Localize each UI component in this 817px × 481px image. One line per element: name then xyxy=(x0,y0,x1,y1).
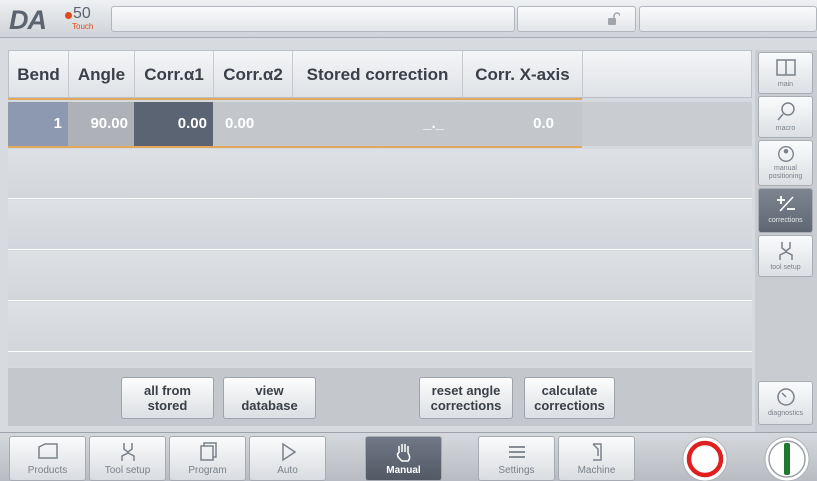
table-row-empty[interactable] xyxy=(8,302,752,352)
start-button[interactable] xyxy=(757,436,817,481)
cell-corr-x-axis[interactable]: 0.0 xyxy=(462,102,582,146)
cell-corr-a1[interactable]: 0.00 xyxy=(134,102,213,146)
header-stored-correction: Stored correction xyxy=(293,51,463,99)
side-macro-button[interactable]: macro xyxy=(758,96,813,138)
side-diagnostics-button[interactable]: diagnostics xyxy=(758,381,813,425)
cell-bend[interactable]: 1 xyxy=(8,102,68,146)
header-accent-line xyxy=(8,98,582,100)
nav-machine-button[interactable]: Machine xyxy=(558,436,635,481)
side-macro-label: macro xyxy=(775,125,796,132)
program-icon xyxy=(199,442,217,461)
nav-products-button[interactable]: Products xyxy=(9,436,86,481)
play-icon xyxy=(281,442,296,462)
nav-tool-setup-button[interactable]: Tool setup xyxy=(89,436,166,481)
side-diagnostics-label: diagnostics xyxy=(767,410,804,417)
logo-model: 50 xyxy=(73,5,91,22)
cell-corr-a2[interactable]: 0.00 xyxy=(213,102,292,146)
row-accent-line xyxy=(8,146,582,148)
header-corr-x-axis: Corr. X-axis xyxy=(463,51,583,99)
nav-machine-label: Machine xyxy=(577,465,616,476)
tool-setup-icon xyxy=(120,443,135,461)
logo-dot xyxy=(65,12,72,19)
logo-brand: DA xyxy=(9,5,47,35)
bottom-nav: Products Tool setup Program Auto Manual xyxy=(0,432,817,481)
nav-program-button[interactable]: Program xyxy=(169,436,246,481)
table-row-empty[interactable] xyxy=(8,251,752,301)
magnifier-icon xyxy=(776,102,795,121)
nav-program-label: Program xyxy=(188,465,227,476)
hand-icon xyxy=(396,444,410,462)
side-tool-setup-button[interactable]: tool setup xyxy=(758,235,813,277)
reset-angle-corrections-button[interactable]: reset angle corrections xyxy=(419,377,513,419)
side-corrections-label: corrections xyxy=(768,217,803,224)
tool-icon xyxy=(778,242,793,260)
action-bar: all from stored view database reset angl… xyxy=(8,368,752,426)
nav-manual-label: Manual xyxy=(386,465,421,476)
side-manual-positioning-label: manual positioning xyxy=(768,165,803,180)
table-row-empty[interactable] xyxy=(8,149,752,199)
nav-auto-button[interactable]: Auto xyxy=(249,436,326,481)
top-bar: DA 50 Touch xyxy=(0,0,817,38)
header-angle: Angle xyxy=(69,51,135,99)
header-bend: Bend xyxy=(9,51,69,99)
machine-icon xyxy=(591,443,602,461)
nav-settings-label: Settings xyxy=(498,465,535,476)
side-tool-setup-label: tool setup xyxy=(770,264,801,271)
all-from-stored-button[interactable]: all from stored xyxy=(121,377,214,419)
nav-manual-button[interactable]: Manual xyxy=(365,436,442,481)
nav-products-label: Products xyxy=(27,465,68,476)
view-database-button[interactable]: view database xyxy=(223,377,316,419)
table-row[interactable]: 1 90.00 0.00 0.00 _._ 0.0 xyxy=(8,102,752,146)
table-header: Bend Angle Corr.α1 Corr.α2 Stored correc… xyxy=(8,50,752,99)
table-row-empty[interactable] xyxy=(8,200,752,250)
nav-tool-setup-label: Tool setup xyxy=(104,465,151,476)
side-manual-positioning-button[interactable]: manual positioning xyxy=(758,140,813,186)
header-corr-a2: Corr.α2 xyxy=(214,51,293,99)
cell-stored-correction[interactable]: _._ xyxy=(292,102,462,146)
da-logo: DA 50 Touch xyxy=(9,4,109,35)
gauge-icon xyxy=(776,388,795,406)
nav-settings-button[interactable]: Settings xyxy=(478,436,555,481)
settings-icon xyxy=(508,446,525,458)
main-panel-icon xyxy=(775,59,796,76)
stop-button[interactable] xyxy=(675,436,735,481)
product-name-field[interactable] xyxy=(111,6,515,32)
side-main-button[interactable]: main xyxy=(758,52,813,94)
side-corrections-button[interactable]: corrections xyxy=(758,188,813,233)
manual-positioning-icon xyxy=(777,146,794,162)
side-main-label: main xyxy=(777,81,794,88)
unlock-icon[interactable] xyxy=(606,12,620,26)
calculate-corrections-button[interactable]: calculate corrections xyxy=(524,377,615,419)
products-icon xyxy=(37,443,58,459)
nav-auto-label: Auto xyxy=(277,465,298,476)
side-menu: main macro manual positioning correction… xyxy=(755,50,817,432)
logo-edition: Touch xyxy=(72,22,94,31)
info-field[interactable] xyxy=(639,6,817,32)
cell-angle[interactable]: 90.00 xyxy=(68,102,134,146)
header-corr-a1: Corr.α1 xyxy=(135,51,214,99)
plus-minus-icon xyxy=(776,196,795,212)
corrections-table: Bend Angle Corr.α1 Corr.α2 Stored correc… xyxy=(8,50,752,366)
